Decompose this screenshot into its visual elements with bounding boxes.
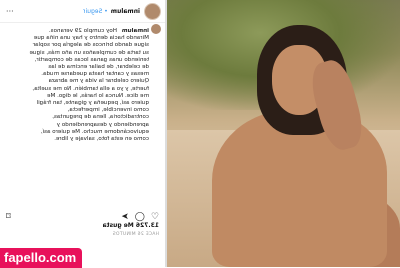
comment-icon[interactable]: ◯: [135, 212, 145, 222]
post-header: inmalum • Seguir ···: [0, 0, 165, 23]
screenshot-frame: inmalum • Seguir ··· inmalum Hoy cumplo …: [0, 0, 400, 268]
follow-button[interactable]: • Seguir: [83, 8, 108, 15]
share-icon[interactable]: ➤: [121, 212, 129, 222]
bookmark-icon[interactable]: ⌑: [6, 212, 11, 222]
caption-username[interactable]: inmalum: [122, 28, 149, 34]
instagram-post-panel: inmalum • Seguir ··· inmalum Hoy cumplo …: [0, 0, 165, 267]
more-options-icon[interactable]: ···: [6, 7, 14, 16]
username[interactable]: inmalum: [111, 8, 140, 15]
avatar[interactable]: [144, 2, 161, 20]
post-caption: inmalum Hoy cumplo 29 veranos. Mirando h…: [29, 28, 159, 143]
likes-count[interactable]: 13.726 Me gusta: [103, 222, 159, 229]
watermark-label: fapello.com: [0, 248, 83, 268]
post-photo: [167, 0, 400, 267]
post-timestamp: HACE 26 MINUTOS: [112, 232, 159, 237]
caption-text: Hoy cumplo 29 veranos. Mirando hacia den…: [29, 28, 149, 143]
post-actions: ♡ ◯ ➤: [121, 212, 159, 222]
heart-icon[interactable]: ♡: [151, 212, 159, 222]
